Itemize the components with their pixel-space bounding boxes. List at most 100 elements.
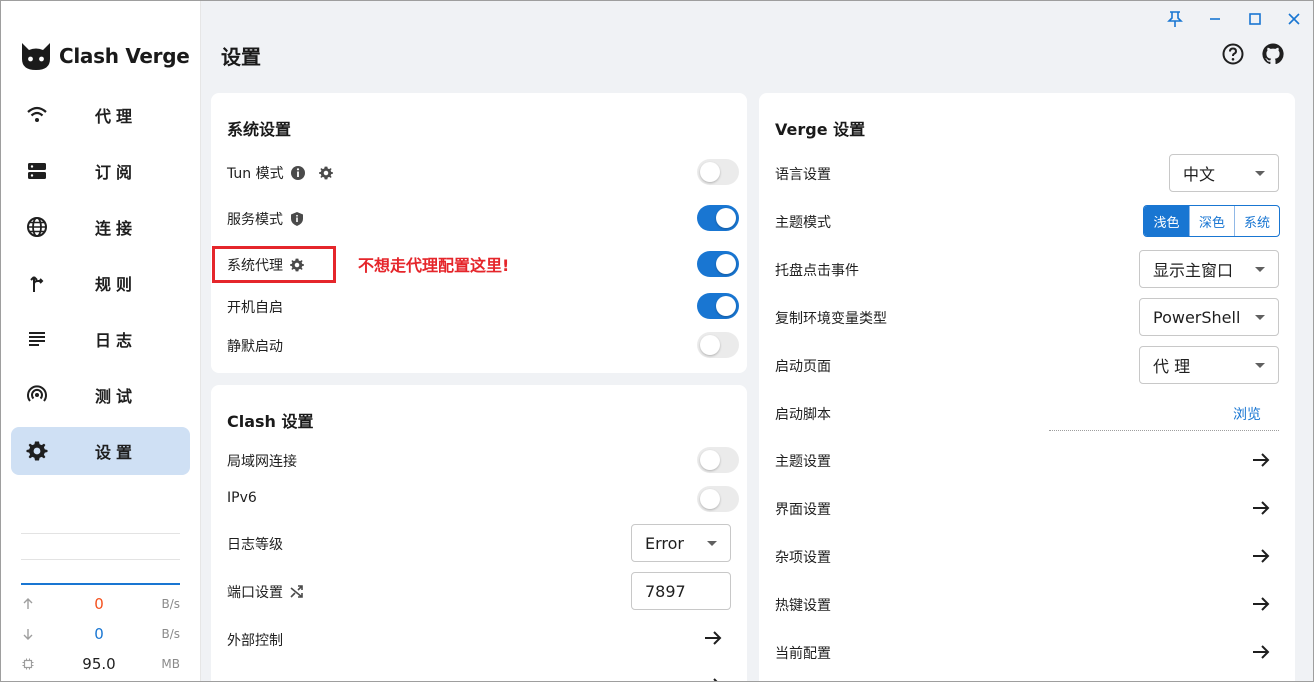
globe-icon — [27, 217, 47, 237]
chevron-down-icon — [707, 541, 717, 546]
theme-dark-button[interactable]: 深色 — [1189, 206, 1234, 236]
brand: Clash Verge — [19, 39, 190, 73]
port-value: 7897 — [645, 581, 686, 601]
minimize-icon[interactable] — [1205, 9, 1225, 29]
shield-icon[interactable] — [289, 211, 305, 227]
card-title: 系统设置 — [227, 120, 292, 139]
service-mode-label: 服务模式 — [227, 209, 305, 229]
app-name: Clash Verge — [59, 44, 190, 68]
gear-icon — [26, 441, 48, 461]
port-input[interactable]: 7897 — [631, 572, 731, 610]
pin-icon[interactable] — [1165, 9, 1185, 29]
env-type-label: 复制环境变量类型 — [775, 311, 887, 327]
arrow-right-icon[interactable] — [1251, 498, 1271, 518]
theme-system-button[interactable]: 系统 — [1234, 206, 1279, 236]
download-row: 0 B/s — [21, 625, 180, 645]
system-settings-card: 系统设置 Tun 模式 服务模式 系统代理 开机自启 静默启动 — [211, 93, 747, 373]
start-script-path-underline — [1049, 430, 1279, 431]
help-icon[interactable] — [1221, 42, 1245, 66]
language-value: 中文 — [1183, 165, 1216, 184]
traffic-panel: 0 B/s 0 B/s 95.0 MB — [21, 583, 180, 673]
tun-mode-switch[interactable] — [697, 159, 739, 185]
chevron-down-icon — [1255, 267, 1265, 272]
maximize-icon[interactable] — [1245, 9, 1265, 29]
close-icon[interactable] — [1284, 9, 1304, 29]
sidebar-item-connections[interactable]: 连接 — [11, 203, 190, 251]
chevron-down-icon — [1255, 171, 1265, 176]
memory-usage: 95.0 — [82, 655, 116, 673]
sidebar-item-label: 订阅 — [95, 163, 138, 182]
ipv6-switch[interactable] — [697, 486, 739, 512]
sidebar-item-profiles[interactable]: 订阅 — [11, 147, 190, 195]
env-type-select[interactable]: PowerShell — [1139, 298, 1279, 336]
start-script-label: 启动脚本 — [775, 407, 831, 423]
auto-launch-switch[interactable] — [697, 293, 739, 319]
annotation-text: 不想走代理配置这里! — [358, 256, 510, 275]
silent-start-switch[interactable] — [697, 332, 739, 358]
tray-click-value: 显示主窗口 — [1153, 261, 1234, 280]
sidebar-item-label: 连接 — [95, 219, 138, 238]
upload-unit: B/s — [161, 597, 180, 611]
external-control-label: 外部控制 — [227, 633, 283, 649]
browse-button[interactable]: 浏览 — [1233, 404, 1261, 424]
divider — [21, 559, 180, 560]
sidebar-item-test[interactable]: 测试 — [11, 371, 190, 419]
tun-mode-label: Tun 模式 — [227, 163, 334, 183]
sidebar-item-proxy[interactable]: 代理 — [11, 91, 190, 139]
chevron-down-icon — [1255, 315, 1265, 320]
log-level-label: 日志等级 — [227, 537, 283, 553]
arrow-down-icon — [23, 629, 33, 640]
service-mode-text: 服务模式 — [227, 212, 283, 228]
tray-click-select[interactable]: 显示主窗口 — [1139, 250, 1279, 288]
log-level-select[interactable]: Error — [631, 524, 731, 562]
cat-logo-icon — [22, 43, 50, 70]
start-page-select[interactable]: 代 理 — [1139, 346, 1279, 384]
card-title: Verge 设置 — [775, 120, 866, 139]
sidebar-item-label: 规则 — [95, 275, 138, 294]
info-icon[interactable] — [290, 165, 306, 181]
language-select[interactable]: 中文 — [1169, 154, 1279, 192]
download-speed: 0 — [94, 625, 104, 643]
arrow-right-icon[interactable] — [1251, 642, 1271, 662]
auto-launch-label: 开机自启 — [227, 300, 283, 316]
tray-click-label: 托盘点击事件 — [775, 263, 859, 279]
env-type-value: PowerShell — [1153, 307, 1241, 327]
verge-settings-card: Verge 设置 语言设置 中文 主题模式 浅色 深色 系统 托盘点击事件 显示… — [759, 93, 1295, 681]
sidebar-item-rules[interactable]: 规则 — [11, 259, 190, 307]
port-label: 端口设置 — [227, 582, 305, 602]
divider — [21, 533, 180, 534]
download-unit: B/s — [161, 627, 180, 641]
start-page-value: 代 理 — [1153, 357, 1191, 376]
annotation-highlight-box — [212, 246, 336, 283]
port-text: 端口设置 — [227, 585, 283, 601]
github-icon[interactable] — [1261, 42, 1285, 66]
language-label: 语言设置 — [775, 167, 831, 183]
lan-label: 局域网连接 — [227, 454, 297, 470]
clash-settings-card: Clash 设置 局域网连接 IPv6 日志等级 Error 端口设置 7897… — [211, 385, 747, 682]
tun-mode-text: Tun 模式 — [227, 166, 284, 182]
sidebar-nav: 代理 订阅 连接 规则 日志 测试 设置 — [11, 91, 190, 483]
ui-settings-label: 界面设置 — [775, 502, 831, 518]
system-proxy-switch[interactable] — [697, 251, 739, 277]
service-mode-switch[interactable] — [697, 205, 739, 231]
theme-mode-toggle: 浅色 深色 系统 — [1143, 205, 1280, 237]
chevron-down-icon — [1255, 363, 1265, 368]
lan-switch[interactable] — [697, 447, 739, 473]
arrow-right-icon[interactable] — [1251, 546, 1271, 566]
shuffle-icon[interactable] — [289, 584, 305, 600]
upload-row: 0 B/s — [21, 595, 180, 615]
ipv6-label: IPv6 — [227, 490, 257, 506]
memory-chip-icon — [22, 658, 34, 670]
sidebar-item-logs[interactable]: 日志 — [11, 315, 190, 363]
arrow-up-icon — [23, 598, 33, 609]
arrow-right-icon[interactable] — [703, 675, 723, 682]
log-level-value: Error — [645, 533, 684, 553]
current-config-label: 当前配置 — [775, 646, 831, 662]
arrow-right-icon[interactable] — [703, 628, 723, 648]
gear-icon[interactable] — [318, 165, 334, 181]
arrow-right-icon[interactable] — [1251, 594, 1271, 614]
sidebar-item-settings[interactable]: 设置 — [11, 427, 190, 475]
arrow-right-icon[interactable] — [1251, 450, 1271, 470]
theme-light-button[interactable]: 浅色 — [1144, 206, 1189, 236]
hotkey-settings-label: 热键设置 — [775, 598, 831, 614]
